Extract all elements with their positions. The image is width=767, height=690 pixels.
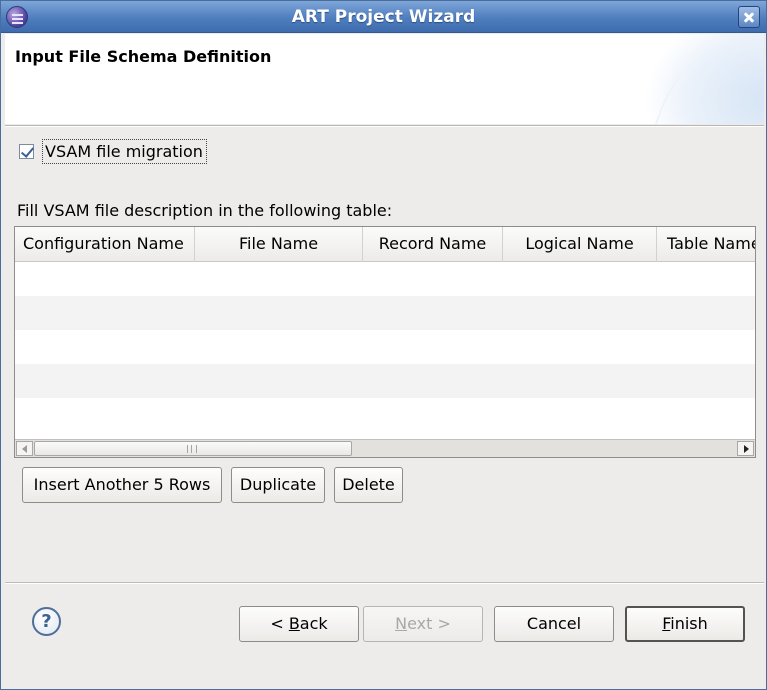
column-header-file-name[interactable]: File Name	[195, 227, 363, 262]
table-header: Configuration Name File Name Record Name…	[15, 227, 755, 262]
horizontal-scrollbar[interactable]	[15, 439, 755, 457]
next-mnemonic: N	[395, 614, 408, 633]
vsam-migration-label[interactable]: VSAM file migration	[42, 138, 207, 164]
back-mnemonic: B	[288, 614, 300, 633]
arrow-right-icon[interactable]	[737, 441, 754, 456]
table-row[interactable]	[15, 296, 755, 330]
table-row[interactable]	[15, 398, 755, 432]
header-divider	[5, 125, 764, 127]
column-header-record-name[interactable]: Record Name	[363, 227, 503, 262]
duplicate-button[interactable]: Duplicate	[231, 467, 325, 503]
grip-icon	[187, 445, 197, 453]
column-header-logical-name[interactable]: Logical Name	[503, 227, 657, 262]
finish-rest: inish	[670, 614, 708, 633]
table-row[interactable]	[15, 364, 755, 398]
footer-divider	[5, 582, 764, 584]
window-title: ART Project Wizard	[291, 7, 476, 27]
cancel-button[interactable]: Cancel	[494, 606, 614, 642]
arrow-left-icon[interactable]	[16, 441, 33, 456]
wizard-window: ART Project Wizard Input File Schema Def…	[0, 0, 767, 690]
table-row[interactable]	[15, 262, 755, 296]
column-header-configuration-name[interactable]: Configuration Name	[15, 227, 195, 262]
wizard-header: Input File Schema Definition	[5, 34, 764, 124]
table-row[interactable]	[15, 330, 755, 364]
delete-button[interactable]: Delete	[334, 467, 403, 503]
vsam-migration-checkbox-row[interactable]: VSAM file migration	[19, 138, 207, 164]
back-prefix: <	[270, 614, 289, 633]
back-rest: ack	[299, 614, 328, 633]
table-description: Fill VSAM file description in the follow…	[17, 201, 393, 220]
page-title: Input File Schema Definition	[15, 47, 272, 66]
vsam-migration-checkbox[interactable]	[19, 143, 34, 159]
scrollbar-thumb[interactable]	[34, 441, 352, 456]
back-button[interactable]: < Back	[239, 606, 359, 642]
insert-rows-button[interactable]: Insert Another 5 Rows	[22, 467, 222, 503]
vsam-file-table[interactable]: Configuration Name File Name Record Name…	[14, 226, 756, 458]
finish-button[interactable]: Finish	[625, 606, 745, 642]
next-button[interactable]: Next >	[363, 606, 483, 642]
title-bar[interactable]: ART Project Wizard	[1, 1, 766, 33]
help-icon[interactable]: ?	[32, 607, 61, 636]
column-header-table-name[interactable]: Table Name	[657, 227, 755, 262]
close-icon[interactable]	[738, 6, 760, 28]
next-rest: ext >	[407, 614, 451, 633]
